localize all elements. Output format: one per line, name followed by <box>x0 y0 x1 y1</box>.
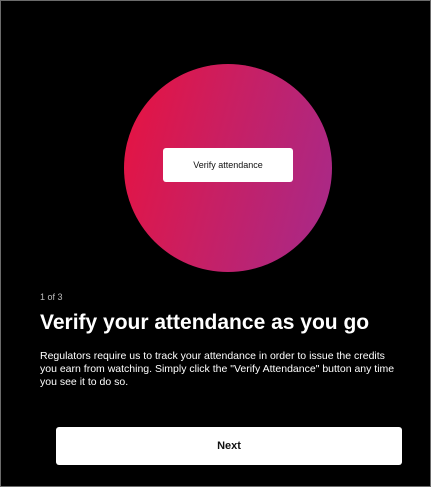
onboarding-modal: Verify attendance 1 of 3 Verify your att… <box>0 0 431 487</box>
next-button[interactable]: Next <box>56 427 402 465</box>
onboarding-title: Verify your attendance as you go <box>40 311 370 334</box>
step-counter: 1 of 3 <box>40 292 63 302</box>
verify-attendance-example-button[interactable]: Verify attendance <box>163 148 293 182</box>
onboarding-description: Regulators require us to track your atte… <box>40 350 395 388</box>
